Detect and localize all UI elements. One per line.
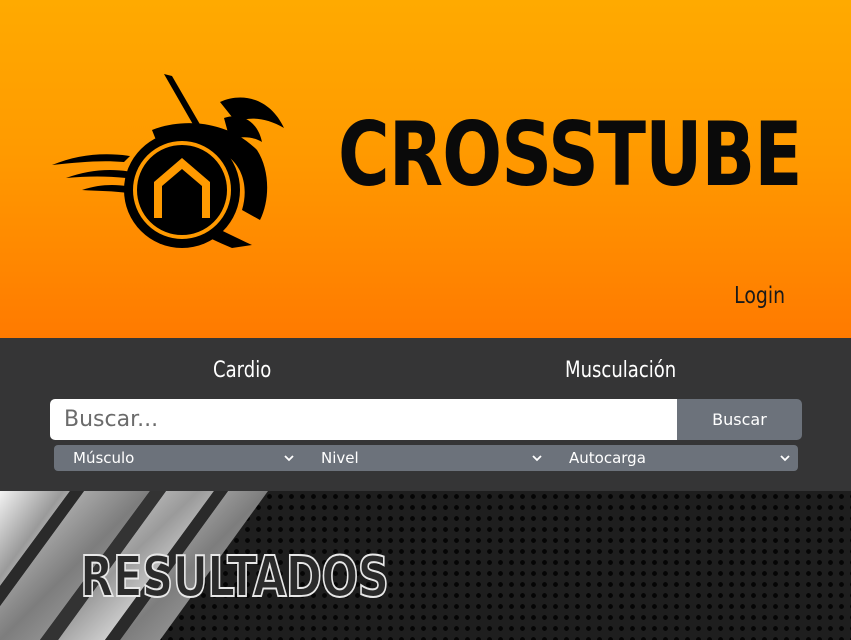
filter-bar: Músculo Nivel Autocarga [54, 445, 798, 471]
results-banner: RESULTADOS [0, 491, 851, 640]
level-select[interactable]: Nivel [302, 445, 550, 471]
muscle-select-value: Músculo [73, 449, 135, 467]
level-select-value: Nivel [321, 449, 359, 467]
brand-title: CROSSTUBE [338, 103, 803, 206]
load-type-select-value: Autocarga [569, 449, 646, 467]
site-header: CROSSTUBE Login [0, 0, 851, 338]
chevron-down-icon [284, 455, 294, 462]
results-title: RESULTADOS [79, 544, 390, 611]
search-input[interactable] [50, 399, 677, 440]
search-button[interactable]: Buscar [677, 399, 802, 440]
spartan-warrior-logo-icon [52, 74, 284, 248]
nav-link-musculacion[interactable]: Musculación [565, 358, 676, 383]
login-link[interactable]: Login [734, 283, 785, 309]
chevron-down-icon [780, 455, 790, 462]
chevron-down-icon [532, 455, 542, 462]
muscle-select[interactable]: Músculo [54, 445, 302, 471]
search-navbar: Cardio Musculación Buscar Músculo Nivel … [0, 338, 851, 491]
search-bar: Buscar [50, 399, 802, 440]
nav-link-cardio[interactable]: Cardio [213, 358, 271, 383]
load-type-select[interactable]: Autocarga [550, 445, 798, 471]
